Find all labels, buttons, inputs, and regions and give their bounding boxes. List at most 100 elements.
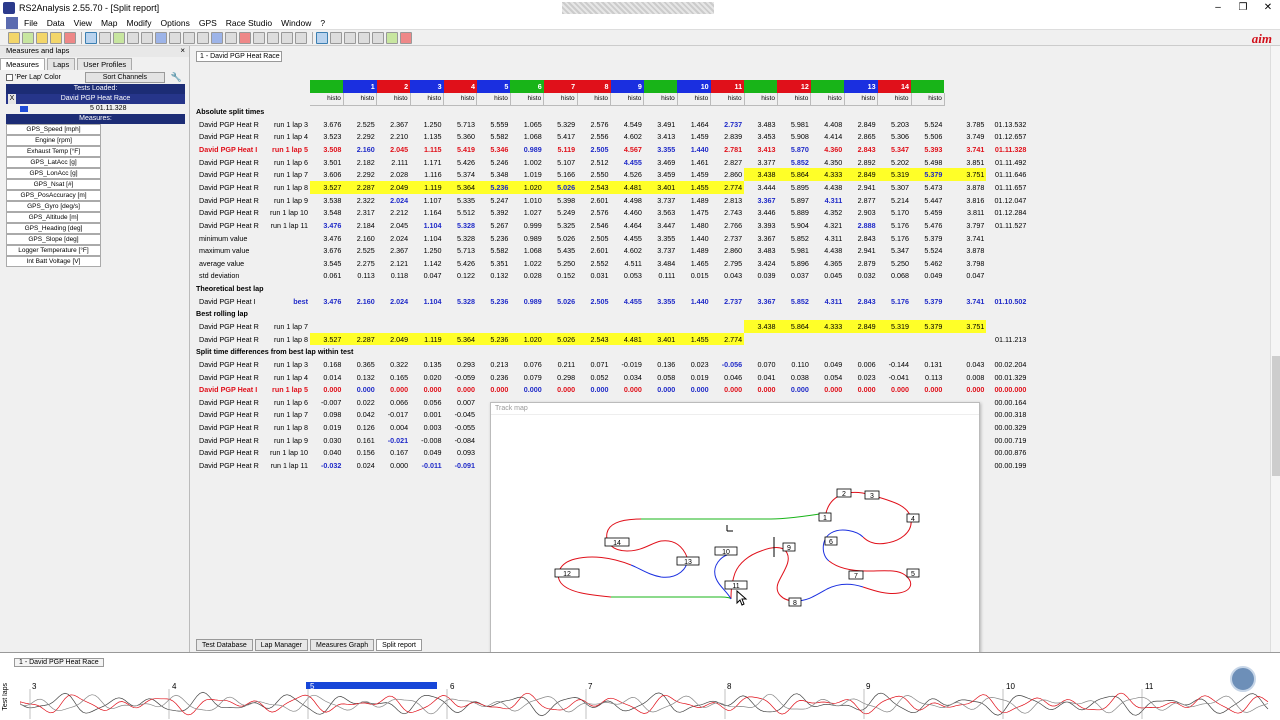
measure-item[interactable]: GPS_LonAcc [g]: [6, 168, 101, 179]
cursor-mode-icon[interactable]: [316, 31, 328, 44]
tab-lap-manager[interactable]: Lap Manager: [254, 639, 309, 651]
lap-row[interactable]: David PGP Heat R run 1 lap 4 3.523 2.292 2.2…: [196, 131, 1028, 144]
segment-header[interactable]: 13: [844, 80, 878, 93]
segment-header[interactable]: 7: [543, 80, 578, 93]
histo-button[interactable]: histo: [543, 92, 578, 106]
wrench-icon[interactable]: 🔧: [171, 72, 182, 83]
segment-header[interactable]: [310, 80, 344, 93]
segment-header[interactable]: [643, 80, 678, 93]
histo-button[interactable]: histo: [710, 92, 745, 106]
histo-button[interactable]: histo: [410, 92, 445, 106]
measure-item[interactable]: GPS_LatAcc [g]: [6, 157, 101, 168]
histogram-icon[interactable]: [127, 31, 139, 44]
database-icon[interactable]: [36, 31, 48, 44]
xy-graph-icon[interactable]: [99, 31, 111, 44]
histo-button[interactable]: histo: [677, 92, 712, 106]
track-map-window[interactable]: Track map 1 2 3 4 5 6 7 8 9 10 11 12 13 …: [490, 402, 980, 668]
histo-button[interactable]: histo: [577, 92, 612, 106]
title-scroll-thumb[interactable]: [562, 2, 714, 14]
zoom-icon[interactable]: [330, 31, 342, 44]
compare-icon[interactable]: [239, 31, 251, 44]
print-icon[interactable]: [295, 31, 307, 44]
histo-button[interactable]: histo: [343, 92, 378, 106]
restore-icon[interactable]: ❐: [1232, 0, 1254, 16]
rolling-row[interactable]: David PGP Heat R run 1 lap 7 3.438 5.864 4.3…: [196, 320, 1028, 333]
measure-item[interactable]: Exhaust Temp [°F]: [6, 146, 101, 157]
selected-lap-bar[interactable]: [306, 682, 437, 689]
fft-icon[interactable]: [197, 31, 209, 44]
segment-header[interactable]: 10: [677, 80, 711, 93]
measure-item[interactable]: GPS_Slope [deg]: [6, 234, 101, 245]
lap-row[interactable]: David PGP Heat R run 1 lap 7 3.606 2.292 2.0…: [196, 168, 1028, 182]
measure-item[interactable]: GPS_Speed [mph]: [6, 124, 101, 135]
cross-icon[interactable]: [358, 31, 370, 44]
panel-close-icon[interactable]: ×: [180, 46, 185, 55]
tab-user-profiles[interactable]: User Profiles: [77, 58, 133, 70]
measure-item[interactable]: GPS_Altitude [m]: [6, 212, 101, 223]
track-report-icon[interactable]: [169, 31, 181, 44]
menu-race-studio[interactable]: Race Studio: [226, 18, 272, 28]
loaded-test-lap-row[interactable]: 5 01.11.328: [6, 104, 185, 114]
lap-row[interactable]: David PGP Heat R run 1 lap 6 3.501 2.182 2.1…: [196, 156, 1028, 169]
segment-header[interactable]: 11: [710, 80, 745, 93]
segment-header[interactable]: 14: [877, 80, 912, 93]
histo-button[interactable]: histo: [777, 92, 812, 106]
segment-header[interactable]: [911, 80, 945, 93]
segment-header[interactable]: 12: [777, 80, 811, 93]
tab-measures[interactable]: Measures: [0, 58, 45, 70]
lap-row[interactable]: David PGP Heat R run 1 lap 10 3.548 2.317 2.…: [196, 206, 1028, 219]
stat-row[interactable]: std deviation 0.061 0.113 0.118 0.047 0.122 0.…: [196, 270, 1028, 283]
stat-row[interactable]: average value 3.545 2.275 2.121 1.142 5.426 5.…: [196, 257, 1028, 270]
menu-help[interactable]: ?: [320, 18, 325, 28]
load-test-icon[interactable]: [50, 31, 62, 44]
close-icon[interactable]: ✕: [1257, 0, 1279, 16]
menu-view[interactable]: View: [74, 18, 92, 28]
measure-item[interactable]: Int Batt Voltage [V]: [6, 256, 101, 267]
scrollbar-thumb[interactable]: [1272, 356, 1280, 476]
diff-row[interactable]: David PGP Heat R run 1 lap 4 0.014 0.132 0.1…: [196, 371, 1028, 384]
menu-map[interactable]: Map: [101, 18, 118, 28]
sort-channels-button[interactable]: Sort Channels: [84, 72, 165, 83]
lap-row[interactable]: David PGP Heat R run 1 lap 8 3.527 2.287 2.0…: [196, 181, 1028, 194]
grid-icon[interactable]: [281, 31, 293, 44]
menu-data[interactable]: Data: [47, 18, 65, 28]
segment-header[interactable]: [810, 80, 845, 93]
y-axis-icon[interactable]: [372, 31, 384, 44]
per-lap-color-checkbox[interactable]: [6, 74, 13, 81]
home-icon[interactable]: [400, 31, 412, 44]
theoretical-best-row[interactable]: David PGP Heat I best 3.476 2.160 2.024 1.104…: [196, 295, 1028, 308]
graph-icon[interactable]: [85, 31, 97, 44]
histo-button[interactable]: histo: [643, 92, 678, 106]
document-tab[interactable]: 1 - David PGP Heat Race: [196, 51, 282, 62]
segment-header[interactable]: 8: [577, 80, 611, 93]
measure-item[interactable]: GPS_PosAccuracy [m]: [6, 190, 101, 201]
histo-button[interactable]: histo: [877, 92, 912, 106]
segment-header[interactable]: 9: [610, 80, 644, 93]
tab-measures-graph[interactable]: Measures Graph: [310, 639, 375, 651]
menu-options[interactable]: Options: [161, 18, 190, 28]
lap-row[interactable]: David PGP Heat R run 1 lap 9 3.538 2.322 2.0…: [196, 194, 1028, 207]
histo-button[interactable]: histo: [376, 92, 411, 106]
histo-button[interactable]: histo: [310, 92, 344, 106]
document-icon[interactable]: [6, 16, 18, 29]
tab-test-database[interactable]: Test Database: [196, 639, 253, 651]
remove-test-icon[interactable]: X: [8, 94, 16, 104]
lap-row[interactable]: David PGP Heat R run 1 lap 11 3.476 2.184 2.…: [196, 219, 1028, 232]
segment-header[interactable]: [744, 80, 778, 93]
measure-item[interactable]: GPS_Nsat [#]: [6, 179, 101, 190]
segment-header[interactable]: 2: [376, 80, 411, 93]
diff-row[interactable]: David PGP Heat I run 1 lap 5 0.000 0.000 0.0…: [196, 383, 1028, 396]
measure-item[interactable]: Engine [rpm]: [6, 135, 101, 146]
menu-file[interactable]: File: [24, 18, 38, 28]
table-icon[interactable]: [253, 31, 265, 44]
loaded-test-row[interactable]: X David PGP Heat Race: [6, 94, 185, 104]
stat-row[interactable]: maximum value 3.676 2.525 2.367 1.250 5.713 5.…: [196, 244, 1028, 257]
download-icon[interactable]: [22, 31, 34, 44]
overlay-circle-button[interactable]: [1230, 666, 1256, 692]
measure-item[interactable]: GPS_Gyro [deg/s]: [6, 201, 101, 212]
menu-modify[interactable]: Modify: [127, 18, 152, 28]
measure-item[interactable]: GPS_Heading [deg]: [6, 223, 101, 234]
measure-item[interactable]: Logger Temperature [°F]: [6, 245, 101, 256]
lap-row[interactable]: David PGP Heat R run 1 lap 3 3.676 2.525 2.3…: [196, 118, 1028, 131]
rolling-row[interactable]: David PGP Heat R run 1 lap 8 3.527 2.287 2.0…: [196, 332, 1028, 346]
